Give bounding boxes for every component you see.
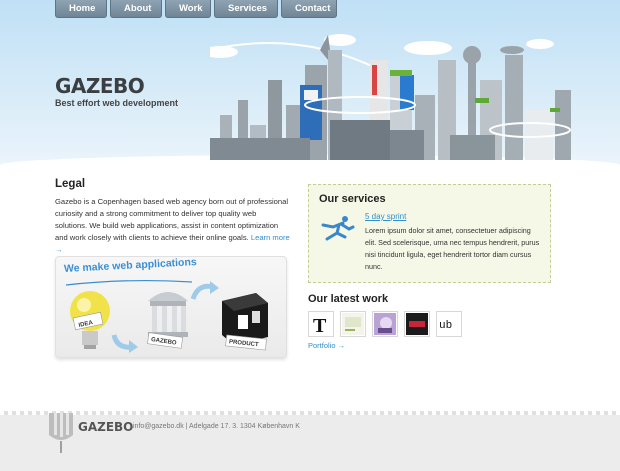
promo-title: We make web applications: [63, 256, 197, 275]
thumb-1-image: T: [310, 313, 332, 335]
thumb-5-image: ub: [438, 313, 460, 335]
latest-work-heading: Our latest work: [308, 293, 389, 305]
sprint-description: Lorem ipsum dolor sit amet, consectetuer…: [365, 226, 540, 271]
product-cube-icon: PRODUCT: [222, 293, 268, 351]
work-thumb-1[interactable]: T: [308, 311, 334, 337]
work-thumb-3[interactable]: [372, 311, 398, 337]
gazebo-footer-icon: [49, 413, 73, 453]
nav-work[interactable]: Work: [165, 0, 211, 18]
thumb-2-image: [342, 313, 364, 335]
footer: GAZEBO info@gazebo.dk | Adelgade 17. 3. …: [0, 411, 620, 471]
thumb-4-image: [406, 313, 428, 335]
nav-home[interactable]: Home: [55, 0, 107, 18]
nav-services[interactable]: Services: [214, 0, 278, 18]
web-apps-promo: We make web applications IDEA GAZEBO PRO: [55, 256, 287, 358]
services-box: Our services 5 day sprint Lorem ipsum do…: [308, 184, 551, 283]
sprint-link[interactable]: 5 day sprint: [365, 212, 406, 221]
header: Home About Work Services Contact GAZEBO …: [0, 0, 620, 165]
work-thumb-4[interactable]: [404, 311, 430, 337]
thumb-3-image: [374, 313, 396, 335]
arrow-right-up-icon: [111, 334, 138, 353]
nav-about[interactable]: About: [110, 0, 162, 18]
site-logo[interactable]: GAZEBO: [55, 74, 145, 98]
footer-contact-info: info@gazebo.dk | Adelgade 17. 3. 1304 Kø…: [133, 423, 300, 430]
work-thumb-2[interactable]: [340, 311, 366, 337]
thumb-5-text: ub: [439, 320, 452, 332]
footer-logo: GAZEBO: [78, 420, 134, 434]
nav-contact[interactable]: Contact: [281, 0, 337, 18]
site-tagline: Best effort web development: [55, 98, 179, 108]
gazebo-building-icon: GAZEBO: [147, 292, 188, 349]
work-thumbnails: T ub: [308, 311, 462, 337]
sprinter-icon: [321, 216, 355, 241]
portfolio-link[interactable]: Portfolio →: [308, 341, 345, 350]
thumb-1-text: T: [313, 315, 327, 335]
city-skyline-illustration: [210, 34, 571, 160]
legal-heading: Legal: [55, 178, 86, 190]
main-nav: Home About Work Services Contact: [55, 0, 337, 18]
work-thumb-5[interactable]: ub: [436, 311, 462, 337]
services-heading: Our services: [319, 193, 386, 205]
idea-bulb-icon: IDEA: [70, 291, 110, 349]
legal-paragraph: Gazebo is a Copenhagen based web agency …: [55, 196, 290, 256]
